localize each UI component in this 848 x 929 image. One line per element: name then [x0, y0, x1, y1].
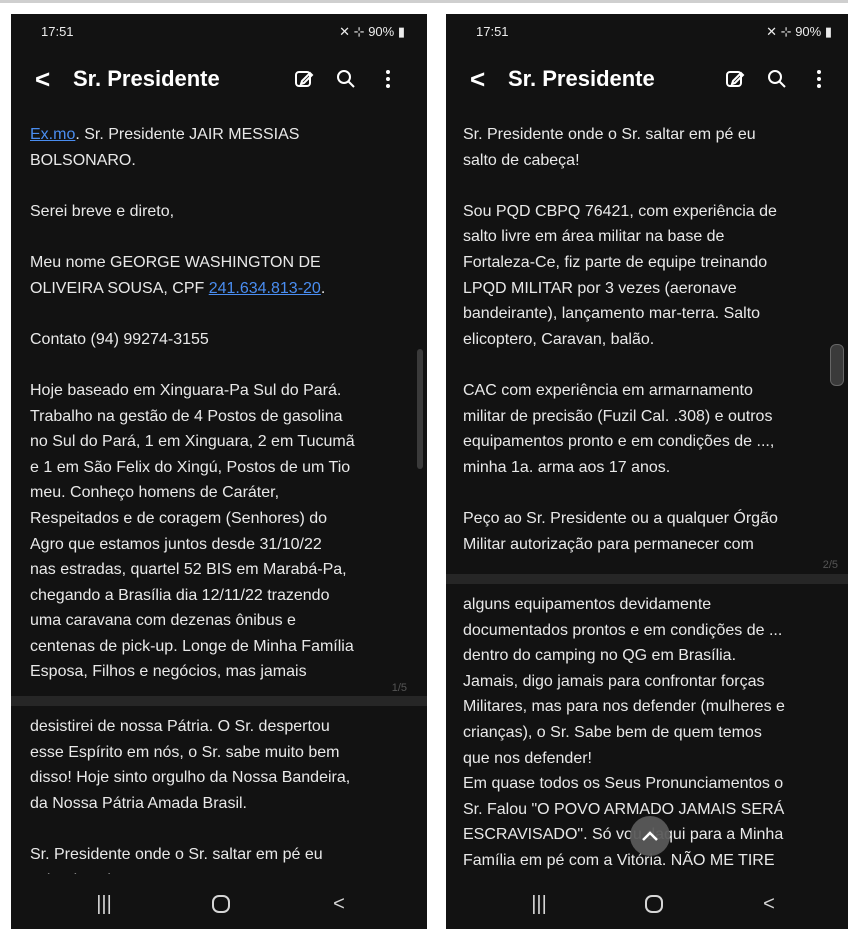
status-bar: 17:51 ✕ ⊹ 90% ▮: [11, 14, 427, 52]
message-page-2: desistirei de nossa Pátria. O Sr. desper…: [30, 714, 407, 874]
mute-icon: ✕: [339, 24, 351, 39]
paragraph: Serei breve e direto,: [30, 202, 175, 220]
link-cpf[interactable]: 241.634.813-20: [209, 280, 321, 297]
nav-back-icon[interactable]: <: [324, 891, 354, 917]
battery-level: 90%: [795, 24, 822, 39]
paragraph: Sr. Presidente onde o Sr. saltar em pé e…: [463, 126, 756, 169]
search-icon[interactable]: [331, 64, 361, 94]
message-page-1: Ex.mo. Sr. Presidente JAIR MESSIAS BOLSO…: [30, 122, 407, 711]
page-indicator: 2/5: [822, 559, 838, 571]
paragraph: Contato (94) 99274-3155: [30, 330, 209, 348]
recents-icon[interactable]: |||: [89, 891, 119, 917]
wifi-icon: ⊹: [353, 24, 365, 39]
status-time: 17:51: [476, 24, 509, 39]
home-icon[interactable]: [206, 891, 236, 917]
page-divider: [11, 696, 427, 706]
phone-screen-left: 17:51 ✕ ⊹ 90% ▮ < Sr. Presidente Ex.mo. …: [11, 14, 427, 929]
home-icon[interactable]: [639, 891, 669, 917]
search-icon[interactable]: [762, 64, 792, 94]
paragraph: Peço ao Sr. Presidente ou a qualquer Órg…: [463, 509, 778, 553]
app-bar: < Sr. Presidente: [11, 54, 427, 104]
navigation-bar: ||| <: [446, 879, 848, 929]
link-exmo[interactable]: Ex.mo: [30, 126, 75, 143]
status-bar: 17:51 ✕ ⊹ 90% ▮: [446, 14, 848, 52]
scrollbar-thumb[interactable]: [417, 349, 423, 469]
back-arrow-icon[interactable]: <: [35, 64, 50, 94]
top-border: [0, 0, 848, 3]
app-bar: < Sr. Presidente: [446, 54, 848, 104]
page-title: Sr. Presidente: [508, 66, 655, 91]
scroll-to-top-button[interactable]: [630, 816, 670, 856]
paragraph: CAC com experiência em armarnamento mili…: [463, 381, 775, 476]
battery-icon: ▮: [824, 24, 832, 39]
battery-icon: ▮: [397, 24, 405, 39]
page-title: Sr. Presidente: [73, 66, 220, 91]
nav-back-icon[interactable]: <: [754, 891, 784, 917]
paragraph: Ex.mo. Sr. Presidente JAIR MESSIAS BOLSO…: [30, 126, 300, 169]
paragraph: Meu nome GEORGE WASHINGTON DE OLIVEIRA S…: [30, 253, 326, 297]
chevron-up-icon: [642, 831, 658, 841]
message-page-2: Sr. Presidente onde o Sr. saltar em pé e…: [463, 122, 840, 583]
page-divider: [446, 574, 848, 584]
page-indicator: 1/5: [391, 682, 407, 694]
navigation-bar: ||| <: [11, 879, 427, 929]
paragraph: Hoje baseado em Xinguara-Pa Sul do Pará.…: [30, 381, 355, 681]
paragraph: desistirei de nossa Pátria. O Sr. desper…: [30, 718, 351, 812]
more-vert-icon[interactable]: [804, 64, 834, 94]
battery-level: 90%: [368, 24, 395, 39]
wifi-icon: ⊹: [780, 24, 792, 39]
back-arrow-icon[interactable]: <: [470, 64, 485, 94]
phone-screen-right: 17:51 ✕ ⊹ 90% ▮ < Sr. Presidente Sr. Pre…: [446, 14, 848, 929]
scrollbar-handle[interactable]: [830, 344, 844, 386]
mute-icon: ✕: [766, 24, 778, 39]
edit-icon[interactable]: [720, 64, 750, 94]
edit-icon[interactable]: [289, 64, 319, 94]
recents-icon[interactable]: |||: [524, 891, 554, 917]
paragraph: Sr. Presidente onde o Sr. saltar em pé e…: [30, 845, 323, 874]
more-vert-icon[interactable]: [373, 64, 403, 94]
status-icons: ✕ ⊹ 90% ▮: [339, 24, 405, 40]
status-time: 17:51: [41, 24, 74, 39]
status-icons: ✕ ⊹ 90% ▮: [766, 24, 832, 40]
paragraph: Sou PQD CBPQ 76421, com experiência de s…: [463, 202, 777, 348]
